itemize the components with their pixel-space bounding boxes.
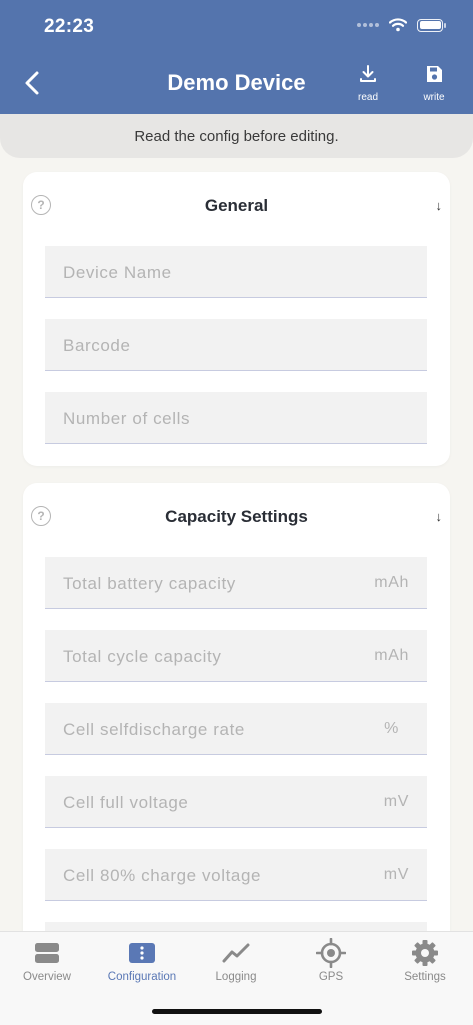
section-title: General <box>204 196 269 215</box>
section-title: Capacity Settings <box>165 507 308 526</box>
logging-chart-icon <box>222 943 250 963</box>
status-indicators <box>357 18 446 32</box>
tab-logging[interactable]: Logging <box>189 932 283 983</box>
tab-overview[interactable]: Overview <box>0 932 94 983</box>
total-cycle-capacity-field[interactable]: Total cycle capacity mAh <box>45 630 427 682</box>
info-banner: Read the config before editing. <box>0 114 473 158</box>
download-icon <box>360 65 376 82</box>
general-section-card: ? General ↓ Device Name Barcode Number o… <box>23 172 450 466</box>
tab-label: Configuration <box>107 971 177 983</box>
field-placeholder: Cell selfdischarge rate <box>63 720 245 739</box>
barcode-field[interactable]: Barcode <box>45 319 427 371</box>
cellular-signal-icon <box>357 23 379 27</box>
gear-icon <box>412 940 438 966</box>
field-unit: mAh <box>374 647 409 664</box>
field-unit: % <box>384 720 399 737</box>
tab-settings[interactable]: Settings <box>378 932 472 983</box>
read-label: read <box>357 92 378 103</box>
save-icon <box>427 66 442 82</box>
field-placeholder: Cell 80% charge voltage <box>63 866 262 885</box>
arrow-down-icon[interactable]: ↓ <box>436 198 443 213</box>
page-title: Demo Device <box>167 70 306 95</box>
cell-full-voltage-field[interactable]: Cell full voltage mV <box>45 776 427 828</box>
tab-label: Settings <box>404 971 446 983</box>
home-indicator <box>152 1009 322 1014</box>
field-placeholder: Total battery capacity <box>63 574 236 593</box>
overview-icon <box>35 943 59 963</box>
number-of-cells-field[interactable]: Number of cells <box>45 392 427 444</box>
write-label: write <box>423 92 445 103</box>
app-header: 22:23 Demo Device read write <box>0 0 473 114</box>
gps-target-icon <box>316 938 346 968</box>
capacity-section-card: ? Capacity Settings ↓ Total battery capa… <box>23 483 450 1003</box>
arrow-down-icon[interactable]: ↓ <box>436 509 443 524</box>
field-placeholder: Device Name <box>63 263 172 282</box>
field-placeholder: Number of cells <box>63 409 191 428</box>
field-unit: mV <box>383 793 409 810</box>
cell-80-charge-voltage-field[interactable]: Cell 80% charge voltage mV <box>45 849 427 901</box>
cell-selfdischarge-rate-field[interactable]: Cell selfdischarge rate % <box>45 703 427 755</box>
tab-label: Logging <box>215 971 257 983</box>
field-unit: mAh <box>374 574 409 591</box>
total-battery-capacity-field[interactable]: Total battery capacity mAh <box>45 557 427 609</box>
status-time: 22:23 <box>44 16 95 37</box>
tab-label: Overview <box>23 971 71 983</box>
write-button[interactable]: write <box>410 64 458 103</box>
configuration-icon <box>129 943 155 963</box>
battery-icon <box>417 18 446 32</box>
wifi-icon <box>389 18 407 32</box>
field-placeholder: Total cycle capacity <box>63 647 222 666</box>
device-name-field[interactable]: Device Name <box>45 246 427 298</box>
field-placeholder: Cell full voltage <box>63 793 189 812</box>
tab-label: GPS <box>318 971 344 983</box>
field-unit: mV <box>383 866 409 883</box>
tab-gps[interactable]: GPS <box>284 932 378 983</box>
read-button[interactable]: read <box>344 64 392 103</box>
tab-configuration[interactable]: Configuration <box>95 932 189 983</box>
field-placeholder: Barcode <box>63 336 131 355</box>
